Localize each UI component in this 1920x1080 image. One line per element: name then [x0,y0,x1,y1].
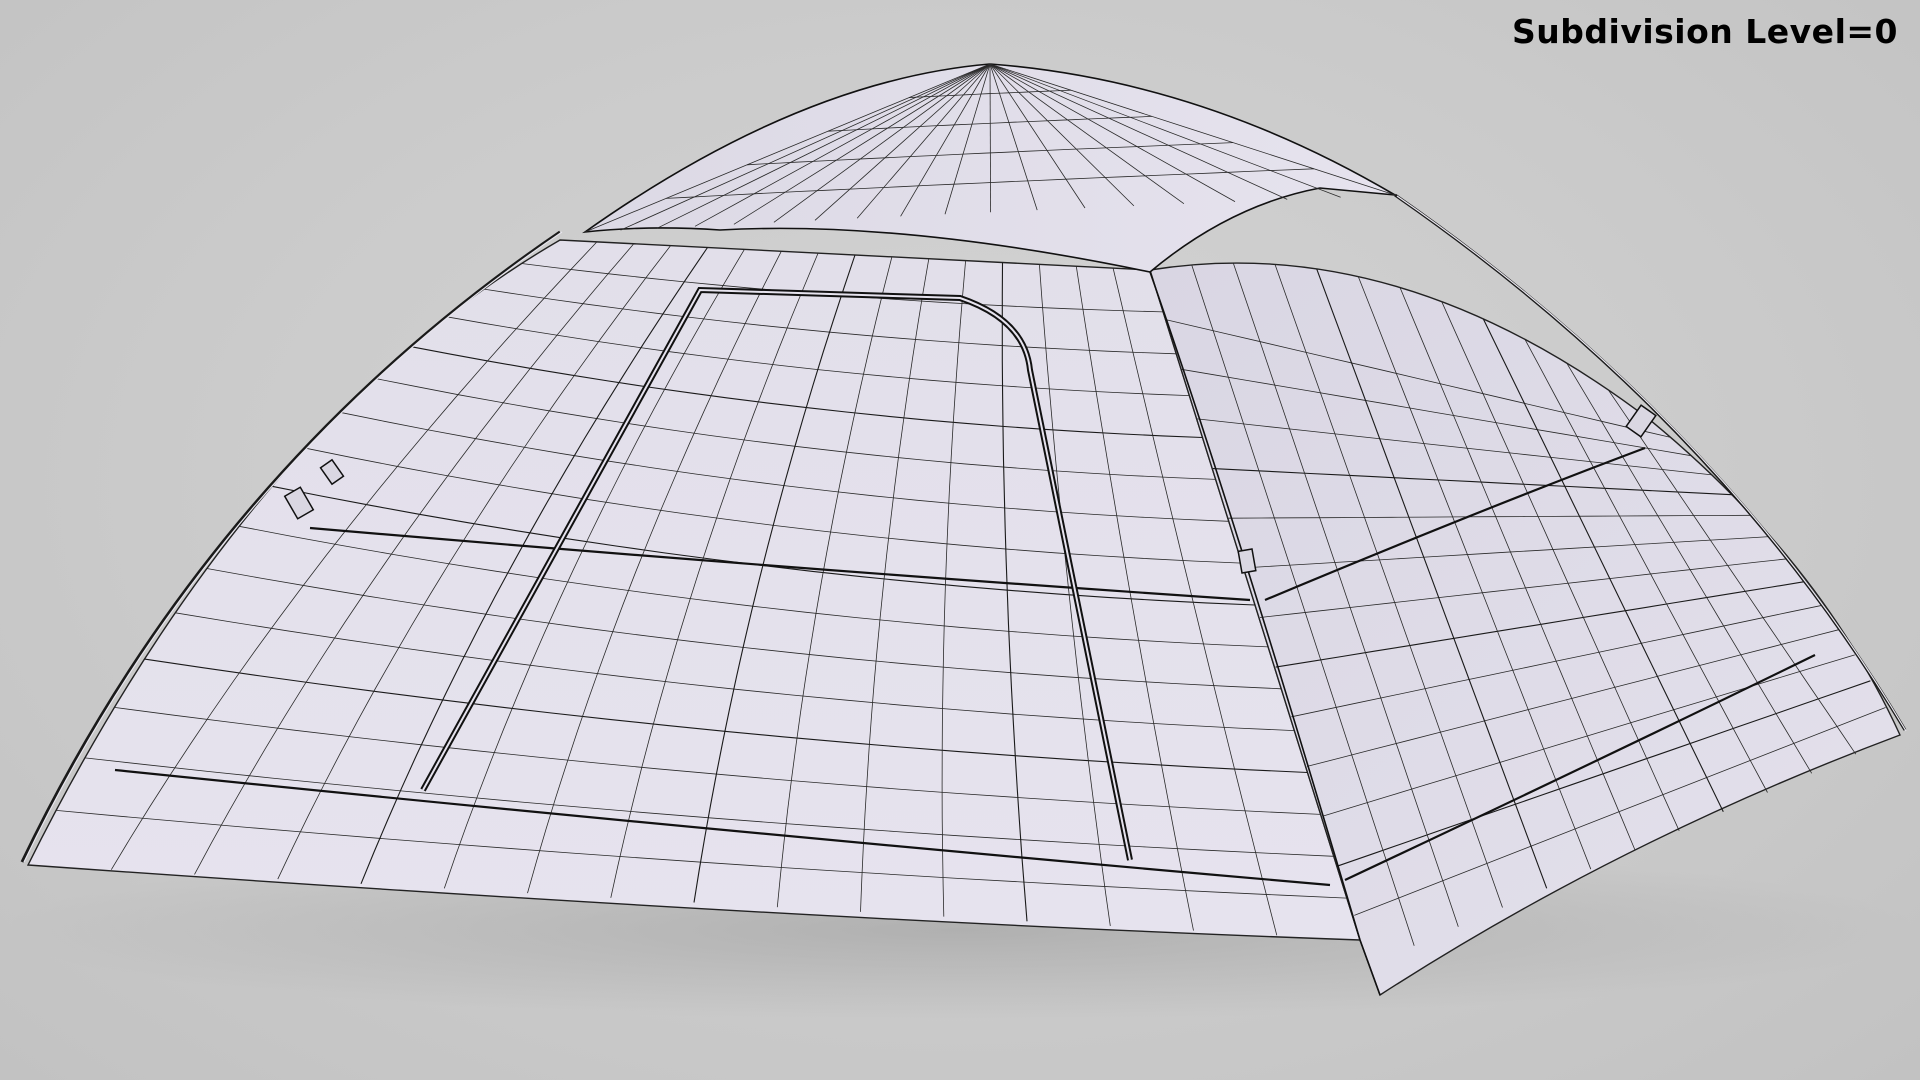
3d-viewport[interactable]: Subdivision Level=0 [0,0,1920,1080]
tent-front-face [26,239,1361,941]
tent-wireframe-model [0,63,1920,1020]
subdivision-level-label: Subdivision Level=0 [1512,12,1898,51]
pole-clip-right-2 [1237,548,1257,574]
